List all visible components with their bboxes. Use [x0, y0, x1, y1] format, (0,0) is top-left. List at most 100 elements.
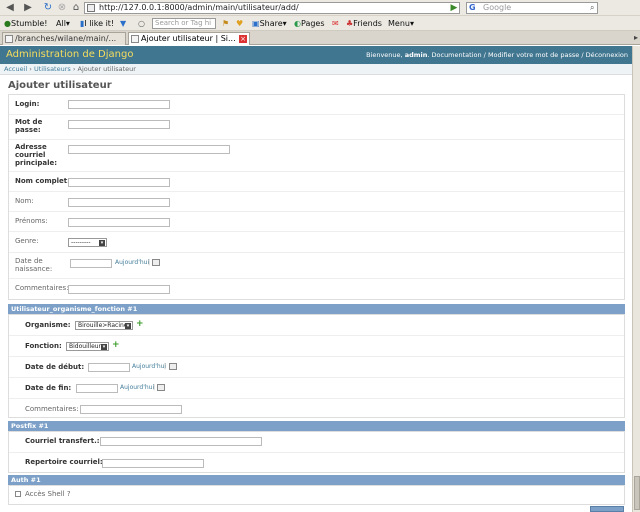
form-row-fullname: Nom complet:	[9, 172, 624, 192]
form-row-organisme: Organisme: Birouille>Racine ▾ +	[9, 315, 624, 336]
page-scrollbar[interactable]	[632, 46, 640, 512]
pages-button[interactable]: ◐Pages	[294, 18, 325, 29]
reload-icon[interactable]: ↻	[42, 2, 54, 14]
tab-favicon-icon	[131, 35, 139, 43]
all-dropdown[interactable]: All▾	[56, 18, 70, 29]
prenoms-input[interactable]	[68, 218, 170, 227]
share-icon: ▣	[252, 19, 260, 28]
genre-select-value: ---------	[71, 239, 91, 246]
fullname-input[interactable]	[68, 178, 170, 187]
link-separator: |	[164, 363, 167, 370]
form-row-email: Adresse courriel principale:	[9, 140, 624, 172]
friends-button[interactable]: ♣Friends	[346, 18, 382, 29]
page-title: Ajouter utilisateur	[8, 80, 112, 91]
inline-postfix-fieldset: Courriel transfert.: Repertoire courriel…	[8, 431, 625, 473]
tab-ajouter-utilisateur[interactable]: Ajouter utilisateur | Si... ×	[128, 32, 250, 45]
calendar-icon[interactable]	[152, 259, 160, 266]
fonction-label: Fonction:	[25, 342, 62, 350]
form-row-transfer: Courriel transfert.:	[9, 432, 624, 453]
breadcrumb-utilisateurs[interactable]: Utilisateurs	[34, 65, 71, 73]
login-input[interactable]	[68, 100, 170, 109]
stumble-button[interactable]: ●Stumble!	[4, 18, 48, 29]
breadcrumb-separator: ›	[70, 65, 78, 73]
thumbs-down-icon[interactable]: ▼	[120, 18, 126, 29]
nom-input[interactable]	[68, 198, 170, 207]
chevron-down-icon: ▾	[101, 344, 107, 350]
tab-branches[interactable]: /branches/wilane/main/...	[2, 32, 126, 45]
birthdate-today-link[interactable]: Aujourd'hui	[115, 259, 149, 266]
genre-label: Genre:	[15, 237, 39, 245]
shell-label: Accès Shell ?	[25, 490, 71, 498]
start-date-today-link[interactable]: Aujourd'hui	[132, 363, 166, 370]
stop-icon[interactable]: ⊗	[56, 2, 68, 14]
close-tab-icon[interactable]: ×	[239, 35, 247, 43]
search-engine-icon: G	[469, 3, 476, 12]
save-button[interactable]	[590, 506, 624, 512]
chevron-down-icon: ▾	[125, 323, 131, 329]
comment-icon[interactable]: ○	[138, 18, 145, 29]
nom-label: Nom:	[15, 197, 34, 205]
calendar-icon[interactable]	[157, 384, 165, 391]
favorite-icon[interactable]: ♥	[236, 18, 243, 29]
forward-icon[interactable]: ▶	[22, 2, 34, 14]
genre-select[interactable]: --------- ▾	[68, 238, 107, 247]
inline-auth-fieldset: Accès Shell ?	[8, 485, 625, 505]
comments-input[interactable]	[68, 285, 170, 294]
site-branding[interactable]: Administration de Django	[6, 49, 133, 60]
welcome-text: Bienvenue,	[366, 51, 403, 59]
form-row-inline-comments: Commentaires:	[9, 399, 624, 419]
like-label: I like it!	[84, 19, 115, 28]
fonction-select-value: Bidouilleur	[69, 343, 102, 350]
shell-checkbox[interactable]	[15, 491, 21, 497]
tab-strip: /branches/wilane/main/... Ajouter utilis…	[0, 31, 640, 45]
scrollbar-thumb[interactable]	[634, 476, 640, 510]
end-date-today-link[interactable]: Aujourd'hui	[120, 384, 154, 391]
search-go-icon[interactable]: ⌕	[590, 2, 600, 14]
form-row-nom: Nom:	[9, 192, 624, 212]
birthdate-input[interactable]	[70, 259, 112, 268]
organisme-select[interactable]: Birouille>Racine ▾	[75, 321, 133, 330]
form-row-mailbox: Repertoire courriel:	[9, 453, 624, 474]
page-viewport: Administration de Django Bienvenue, admi…	[0, 46, 632, 512]
inline-comments-label: Commentaires:	[25, 405, 79, 413]
form-row-birthdate: Date de naissance: Aujourd'hui |	[9, 253, 624, 279]
back-icon[interactable]: ◀	[4, 2, 16, 14]
end-date-input[interactable]	[76, 384, 118, 393]
menu-dropdown[interactable]: Menu▾	[388, 18, 414, 29]
tag-search-input[interactable]: Search or Tag hi	[152, 18, 216, 29]
start-date-input[interactable]	[88, 363, 130, 372]
birthdate-label: Date de naissance:	[15, 257, 52, 273]
form-row-prenoms: Prénoms:	[9, 212, 624, 232]
url-bar[interactable]: http://127.0.0.1:8000/admin/main/utilisa…	[84, 2, 460, 14]
user-links[interactable]: . Documentation / Modifier votre mot de …	[427, 51, 628, 59]
go-icon[interactable]: ▶	[448, 2, 460, 14]
organisme-label: Organisme:	[25, 321, 71, 329]
search-bar[interactable]: G Google	[466, 2, 598, 14]
add-fonction-icon[interactable]: +	[112, 341, 120, 350]
inline-comments-input[interactable]	[80, 405, 182, 414]
stumble-label: Stumble!	[10, 19, 48, 28]
user-tools: Bienvenue, admin. Documentation / Modifi…	[366, 51, 628, 59]
end-date-label: Date de fin:	[25, 384, 72, 392]
organisme-select-value: Birouille>Racine	[78, 322, 128, 329]
tag-icon[interactable]: ⚑	[222, 18, 229, 29]
tab-list-icon[interactable]: ▸	[634, 33, 638, 42]
calendar-icon[interactable]	[169, 363, 177, 370]
email-input[interactable]	[68, 145, 230, 154]
form-row-genre: Genre: --------- ▾	[9, 232, 624, 253]
share-dropdown[interactable]: ▣Share▾	[252, 18, 287, 29]
search-placeholder: Google	[483, 3, 512, 12]
messages-icon[interactable]: ✉	[332, 18, 339, 29]
add-organisme-icon[interactable]: +	[136, 320, 144, 329]
mailbox-input[interactable]	[102, 459, 204, 468]
form-row-password: Mot de passe:	[9, 115, 624, 140]
mailbox-label: Repertoire courriel:	[25, 458, 103, 466]
password-input[interactable]	[68, 120, 170, 129]
tab-label: /branches/wilane/main/...	[15, 34, 117, 43]
birthdate-label-line1: Date de	[15, 257, 43, 265]
breadcrumb-home[interactable]: Accueil	[4, 65, 27, 73]
transfer-input[interactable]	[100, 437, 262, 446]
fonction-select[interactable]: Bidouilleur ▾	[66, 342, 109, 351]
home-icon[interactable]: ⌂	[70, 2, 82, 14]
like-button[interactable]: ▮I like it!	[80, 18, 114, 29]
